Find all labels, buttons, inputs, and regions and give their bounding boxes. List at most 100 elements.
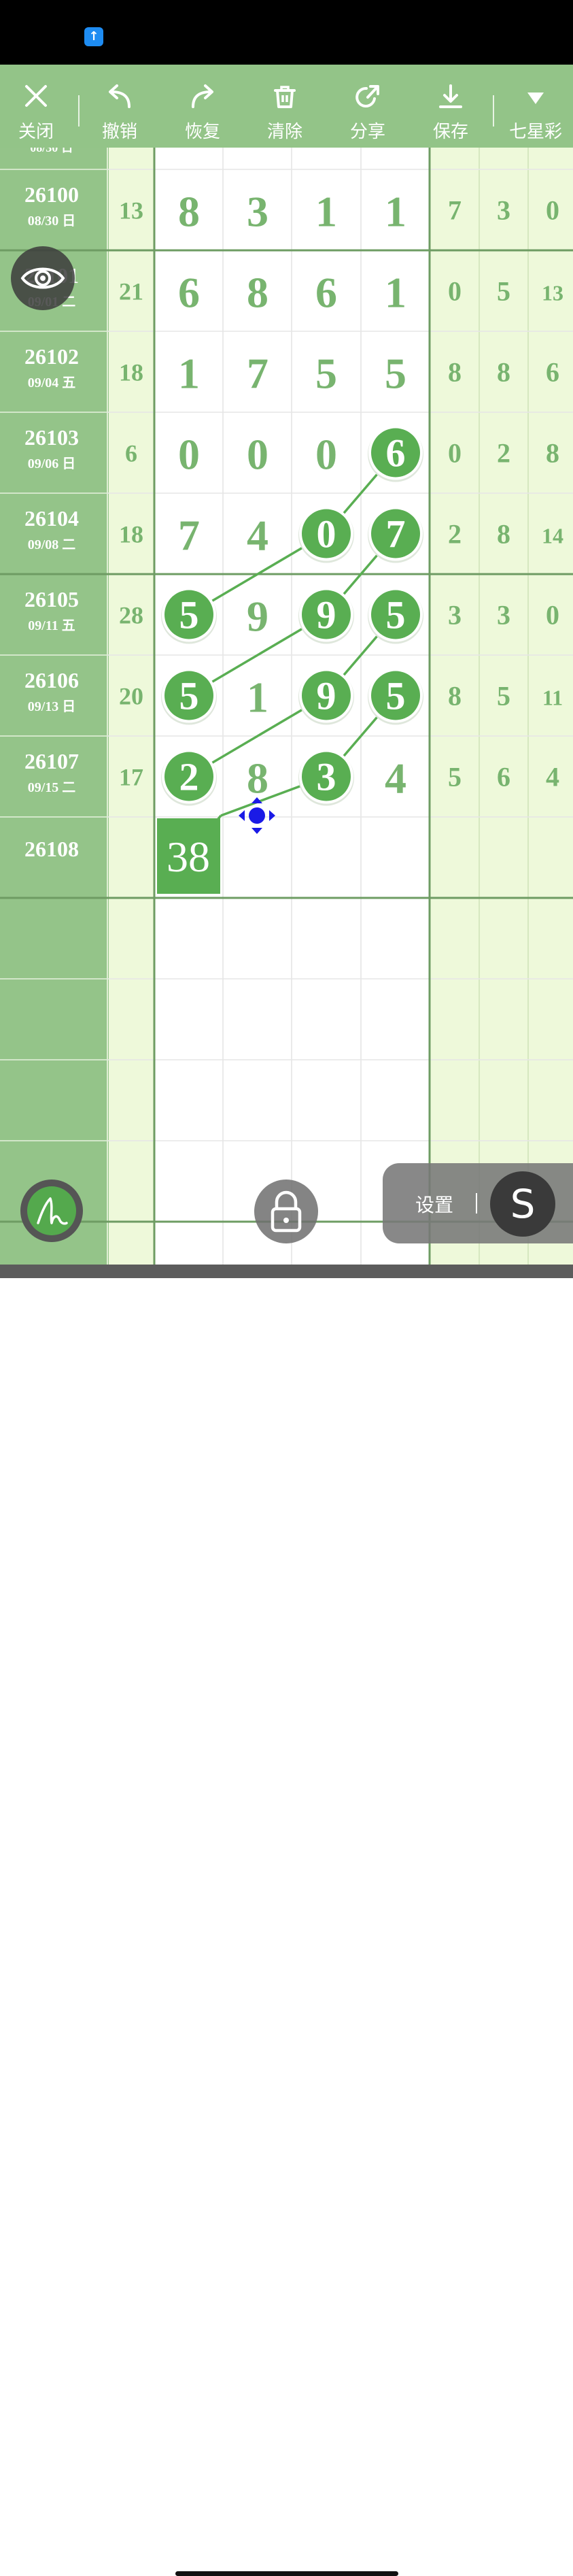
issue-date: 09/04 五 (28, 375, 76, 390)
digit-value: 1 (315, 188, 337, 236)
digit-value: 6 (315, 269, 337, 317)
status-bar: ↑ (0, 0, 573, 65)
digit-sum: 20 (119, 683, 143, 710)
digit-value: 1 (247, 673, 268, 722)
close-button[interactable]: 关闭 (2, 65, 70, 148)
home-area (0, 1278, 573, 2576)
digit-value: 0 (178, 431, 200, 479)
tail-value: 8 (497, 357, 510, 388)
pen-stroke-icon (37, 1197, 68, 1225)
ball-digit: 2 (179, 755, 199, 799)
digit-value: 7 (178, 512, 200, 560)
tail-value: 11 (542, 686, 563, 710)
ball-digit: 0 (317, 512, 336, 556)
prev-issue-date-partial: 08/30 日 (30, 148, 73, 154)
digit-sum: 13 (119, 197, 143, 224)
triangle-down-icon (527, 93, 544, 104)
move-handle[interactable] (249, 807, 265, 824)
digit-sum: 28 (119, 602, 143, 629)
issue-number: 26103 (24, 425, 79, 450)
issue-date: 09/11 五 (28, 618, 75, 633)
issue-date: 09/15 二 (28, 780, 76, 795)
save-button[interactable]: 保存 (417, 65, 485, 148)
settings-button[interactable]: 设置 (415, 1190, 453, 1218)
s-button-label: S (510, 1181, 536, 1227)
tail-value: 0 (546, 195, 559, 226)
ball-digit: 5 (179, 674, 199, 718)
ball-digit: 3 (317, 755, 336, 799)
issue-number: 26108 (24, 837, 79, 861)
issue-number: 26104 (24, 506, 79, 531)
share-icon (355, 85, 379, 107)
issue-date: 09/08 二 (28, 537, 76, 552)
digit-value: 3 (247, 188, 268, 236)
eye-icon (20, 267, 65, 289)
digit-value: 1 (385, 188, 406, 236)
redo-icon (192, 84, 213, 108)
home-indicator[interactable] (175, 2571, 398, 2576)
tail-value: 2 (448, 519, 462, 550)
ball-digit: 6 (386, 431, 406, 475)
issue-date: 09/13 日 (28, 699, 76, 714)
lock-icon (271, 1190, 302, 1233)
clear-button[interactable]: 清除 (251, 65, 319, 148)
ball-digit: 5 (179, 593, 199, 637)
digit-value: 6 (178, 269, 200, 317)
tail-value: 2 (497, 438, 510, 469)
ball-digit: 9 (317, 593, 336, 637)
tail-value: 8 (546, 438, 559, 469)
digit-sum: 17 (119, 764, 143, 791)
digit-sum: 18 (119, 521, 143, 548)
tail-value: 8 (497, 519, 510, 550)
issue-number: 26102 (24, 344, 79, 369)
redo-button[interactable]: 恢复 (169, 65, 237, 148)
s-floating-button[interactable]: S (490, 1171, 555, 1237)
digit-value: 4 (247, 512, 268, 560)
issue-date: 09/06 日 (28, 456, 76, 471)
draw-mode-button[interactable] (20, 1180, 83, 1242)
tail-value: 5 (497, 276, 510, 307)
share-button[interactable]: 分享 (334, 65, 402, 148)
share-label: 分享 (349, 122, 385, 142)
draw-mode-indicator (27, 1186, 76, 1235)
tail-value: 0 (546, 600, 559, 631)
digit-value: 1 (385, 269, 406, 317)
ball-digit: 7 (386, 512, 406, 556)
visibility-toggle-button[interactable] (11, 246, 75, 310)
tail-value: 3 (497, 195, 510, 226)
issue-number: 26107 (24, 749, 79, 773)
digit-value: 1 (178, 350, 200, 398)
bottom-bar (0, 1265, 573, 1278)
digit-value: 5 (385, 350, 406, 398)
tail-value: 6 (497, 762, 510, 792)
lottery-type-dropdown[interactable]: 七星彩 (502, 65, 570, 148)
settings-panel: 设置 S (383, 1163, 573, 1243)
toolbar: 关闭 撤销 恢复 清除 分享 保存 七星彩 (0, 65, 573, 148)
digit-value: 4 (385, 754, 406, 803)
tail-value: 8 (448, 357, 462, 388)
clear-label: 清除 (266, 122, 302, 142)
tail-value: 3 (448, 600, 462, 631)
digit-sum: 18 (119, 359, 143, 386)
digit-value: 0 (247, 431, 268, 479)
undo-button[interactable]: 撤销 (86, 65, 154, 148)
ball-digit: 5 (386, 674, 406, 718)
lock-button[interactable] (254, 1180, 318, 1243)
tail-value: 5 (497, 681, 510, 712)
download-icon (439, 84, 462, 108)
issue-number: 26106 (24, 668, 79, 692)
save-label: 保存 (432, 122, 468, 142)
digit-value: 9 (247, 592, 268, 641)
digit-value: 8 (178, 188, 200, 236)
lottery-chart-grid[interactable]: 08/30 日2610008/30 日137302610109/01 二2105… (0, 148, 573, 1265)
redo-label: 恢复 (184, 122, 220, 142)
tail-value: 5 (448, 762, 462, 792)
digit-value: 8 (247, 754, 268, 803)
digit-value: 7 (247, 350, 268, 398)
upload-status-icon: ↑ (84, 27, 103, 46)
toolbar-separator (78, 95, 80, 127)
settings-separator (476, 1193, 477, 1214)
tail-value: 3 (497, 600, 510, 631)
undo-icon (109, 84, 131, 108)
issue-number: 26105 (24, 587, 79, 612)
